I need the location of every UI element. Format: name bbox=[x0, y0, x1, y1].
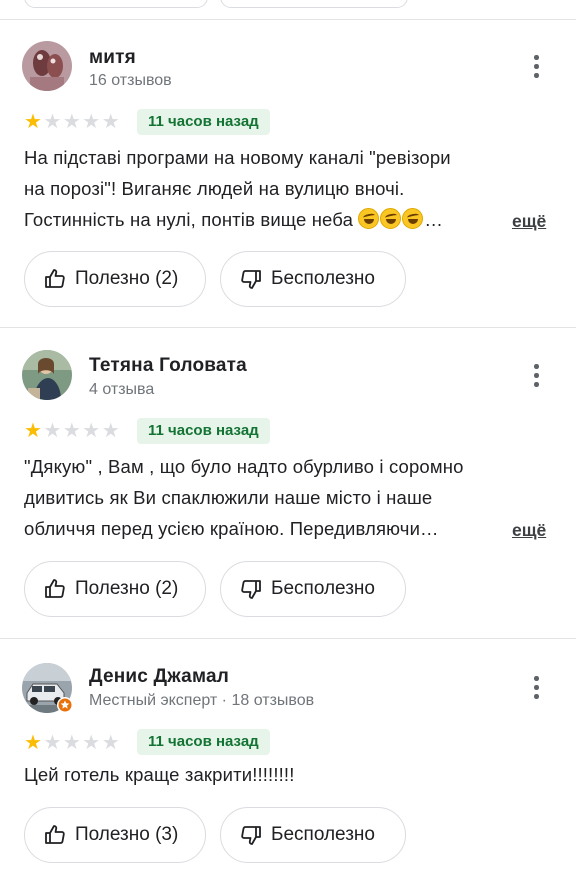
avatar[interactable] bbox=[22, 41, 72, 91]
more-vert-icon[interactable] bbox=[528, 55, 544, 81]
review-text-line: "Дякую" , Вам , що було надто обурливо і… bbox=[24, 456, 464, 477]
avatar[interactable] bbox=[22, 663, 73, 713]
thumb-up-icon bbox=[45, 269, 65, 288]
rating-stars: ★★★★★ bbox=[24, 733, 121, 753]
author-name[interactable]: Денис Джамал bbox=[89, 666, 229, 688]
star-empty-icon: ★★★★ bbox=[43, 420, 122, 442]
helpful-button[interactable]: Полезно (2) bbox=[24, 251, 206, 307]
review-text-line: Цей готель краще закрити!!!!!!!! bbox=[24, 764, 295, 785]
more-vert-icon[interactable] bbox=[528, 364, 544, 390]
previous-unhelpful-button[interactable] bbox=[220, 0, 408, 8]
avatar-image bbox=[22, 41, 72, 91]
laughing-emoji-icon bbox=[358, 208, 380, 229]
author-review-count: 4 отзыва bbox=[89, 381, 155, 398]
laughing-emoji-group bbox=[358, 208, 424, 230]
review-text-line: на порозі"! Виганяє людей на вулицю вноч… bbox=[24, 178, 405, 199]
thumb-down-icon bbox=[241, 580, 261, 599]
author-name[interactable]: Тетяна Головата bbox=[89, 355, 247, 377]
thumb-down-icon bbox=[241, 826, 261, 845]
review-text: Цей готель краще закрити!!!!!!!! bbox=[24, 759, 554, 790]
review-time-badge: 11 часов назад bbox=[137, 109, 270, 135]
review-text-fragment: Гостинність на нулі, понтів вище неба bbox=[24, 209, 354, 230]
more-vert-icon[interactable] bbox=[528, 676, 544, 702]
thumb-down-icon bbox=[241, 270, 261, 289]
review-time-badge: 11 часов назад bbox=[137, 418, 270, 444]
unhelpful-button[interactable]: Бесполезно bbox=[220, 561, 406, 617]
previous-review-buttons bbox=[0, 0, 576, 20]
avatar-image bbox=[22, 350, 72, 400]
unhelpful-label: Бесполезно bbox=[271, 578, 375, 599]
unhelpful-button[interactable]: Бесполезно bbox=[220, 251, 406, 307]
star-filled-icon: ★ bbox=[24, 420, 44, 442]
author-subtitle: Местный эксперт · 18 отзывов bbox=[89, 692, 315, 709]
rating-stars: ★★★★★ bbox=[24, 421, 121, 441]
helpful-button[interactable]: Полезно (2) bbox=[24, 561, 206, 617]
author-name[interactable]: митя bbox=[89, 47, 136, 69]
star-filled-icon: ★ bbox=[24, 111, 44, 133]
review-text: "Дякую" , Вам , що було надто обурливо і… bbox=[24, 451, 554, 544]
helpful-button[interactable]: Полезно (3) bbox=[24, 807, 206, 863]
helpful-label: Полезно (2) bbox=[75, 268, 179, 289]
review-time-badge: 11 часов назад bbox=[137, 729, 270, 755]
unhelpful-label: Бесполезно bbox=[271, 268, 375, 289]
star-empty-icon: ★★★★ bbox=[43, 111, 122, 133]
helpful-label: Полезно (2) bbox=[75, 578, 179, 599]
avatar-image bbox=[22, 663, 73, 713]
ellipsis: … bbox=[424, 209, 443, 230]
laughing-emoji-icon bbox=[380, 208, 402, 229]
rating-stars: ★★★★★ bbox=[24, 112, 121, 132]
previous-helpful-button[interactable] bbox=[24, 0, 208, 8]
thumb-up-icon bbox=[45, 825, 65, 844]
review-card: митя 16 отзывов ★★★★★ 11 часов назад На … bbox=[0, 20, 576, 327]
review-text-line: Гостинність на нулі, понтів вище неба … bbox=[24, 204, 554, 235]
review-text-line: обличчя перед усією країною. Передивляюч… bbox=[24, 518, 439, 539]
review-text-line: дивитись як Ви спаклюжили наше місто і н… bbox=[24, 487, 433, 508]
review-text: На підставі програми на новому каналі "р… bbox=[24, 142, 554, 235]
avatar[interactable] bbox=[22, 350, 72, 400]
star-empty-icon: ★★★★ bbox=[43, 732, 122, 754]
review-card: Денис Джамал Местный эксперт · 18 отзыво… bbox=[0, 639, 576, 878]
unhelpful-label: Бесполезно bbox=[271, 824, 375, 845]
star-filled-icon: ★ bbox=[24, 732, 44, 754]
review-text-line: На підставі програми на новому каналі "р… bbox=[24, 147, 451, 168]
author-review-count: 16 отзывов bbox=[89, 72, 172, 89]
helpful-label: Полезно (3) bbox=[75, 824, 179, 845]
show-more-link[interactable]: ещё bbox=[512, 520, 546, 541]
show-more-link[interactable]: ещё bbox=[512, 211, 546, 232]
thumb-up-icon bbox=[45, 579, 65, 598]
review-card: Тетяна Головата 4 отзыва ★★★★★ 11 часов … bbox=[0, 328, 576, 638]
laughing-emoji-icon bbox=[402, 208, 424, 229]
local-guide-badge-icon bbox=[57, 697, 73, 713]
unhelpful-button[interactable]: Бесполезно bbox=[220, 807, 406, 863]
